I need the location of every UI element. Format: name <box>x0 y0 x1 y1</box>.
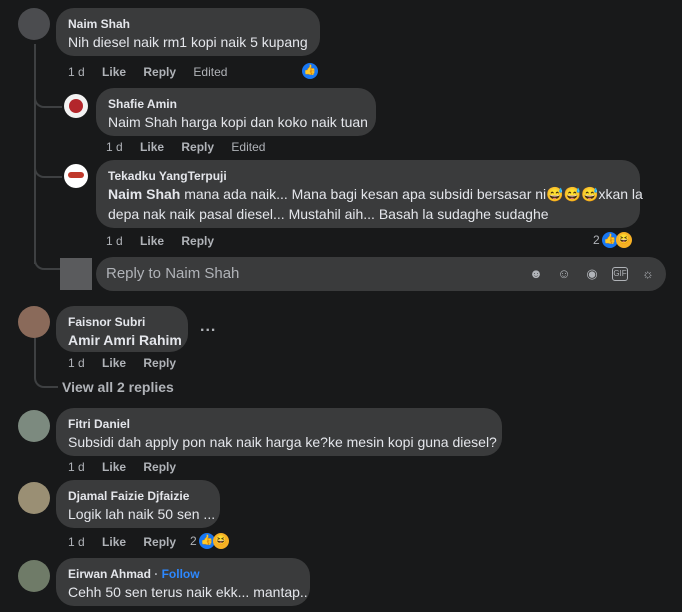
follow-link[interactable]: Follow <box>162 567 200 581</box>
view-replies-link[interactable]: View all 2 replies <box>62 379 174 395</box>
comment-actions: 1 d Like Reply <box>68 355 190 371</box>
like-button[interactable]: Like <box>102 65 126 79</box>
comment-bubble: Eirwan Ahmad · Follow Cehh 50 sen terus … <box>56 558 310 606</box>
like-button[interactable]: Like <box>140 234 164 248</box>
comment-author-name[interactable]: Eirwan Ahmad <box>68 567 151 581</box>
comment-actions: 1 d Like Reply Edited <box>106 139 279 155</box>
avatar[interactable] <box>18 410 50 442</box>
gif-icon[interactable]: GIF <box>612 267 628 281</box>
avatar[interactable] <box>18 560 50 592</box>
comment-text: Logik lah naik 50 sen ... <box>68 506 216 522</box>
avatar[interactable] <box>64 164 88 188</box>
composer-avatar <box>60 258 92 290</box>
camera-icon[interactable]: ◉ <box>584 266 600 282</box>
haha-icon: 😆 <box>212 533 229 549</box>
comment-bubble: Djamal Faizie Djfaizie Logik lah naik 50… <box>56 480 220 528</box>
reply-button[interactable]: Reply <box>181 140 214 154</box>
avatar[interactable] <box>18 306 50 338</box>
reply-button[interactable]: Reply <box>143 460 176 474</box>
comment-text: Naim Shah harga kopi dan koko naik tuan <box>108 114 368 130</box>
like-button[interactable]: Like <box>102 460 126 474</box>
reaction-count: 2 <box>190 534 197 548</box>
reply-button[interactable]: Reply <box>143 65 176 79</box>
comment-bubble: Shafie Amin Naim Shah harga kopi dan kok… <box>96 88 376 136</box>
like-button[interactable]: Like <box>140 140 164 154</box>
avatar-sticker-icon[interactable]: ☻ <box>528 266 544 282</box>
reply-connector <box>34 80 62 108</box>
reaction-summary[interactable]: 2 👍 😆 <box>593 232 632 248</box>
mention-link[interactable]: Naim Shah <box>108 186 180 202</box>
like-button[interactable]: Like <box>102 535 126 549</box>
reaction-summary[interactable]: 2 👍 😆 <box>190 533 229 549</box>
edited-label: Edited <box>231 140 266 154</box>
thread-corner <box>34 240 60 270</box>
sticker-icon[interactable]: ☼ <box>640 266 656 282</box>
comment-text-line1: mana ada naik... Mana bagi kesan apa sub… <box>180 186 547 202</box>
reply-button[interactable]: Reply <box>143 535 176 549</box>
comment-author[interactable]: Naim Shah <box>68 16 308 32</box>
comment-author[interactable]: Djamal Faizie Djfaizie <box>68 488 208 504</box>
comment-actions: 1 d Like Reply <box>106 233 228 249</box>
thread-corner <box>34 366 58 388</box>
comment-author[interactable]: Fitri Daniel <box>68 416 490 432</box>
avatar[interactable] <box>64 94 88 118</box>
comment-time[interactable]: 1 d <box>106 234 123 248</box>
like-icon: 👍 <box>302 63 318 79</box>
reaction-summary[interactable]: 👍 <box>302 63 318 79</box>
comment-bubble: Fitri Daniel Subsidi dah apply pon nak n… <box>56 408 502 456</box>
comment-text: Naim Shah mana ada naik... Mana bagi kes… <box>108 184 643 204</box>
comment-author: Eirwan Ahmad · Follow <box>68 567 200 581</box>
comment-bubble: Naim Shah Nih diesel naik rm1 kopi naik … <box>56 8 320 56</box>
comment-author[interactable]: Tekadku YangTerpuji <box>108 168 628 184</box>
edited-label: Edited <box>193 65 228 79</box>
comment-actions: 1 d Like Reply <box>68 534 190 550</box>
comment-text[interactable]: Amir Amri Rahim <box>68 330 182 350</box>
reply-button[interactable]: Reply <box>181 234 214 248</box>
emoji-icon[interactable]: ☺ <box>556 266 572 282</box>
comment-text: Cehh 50 sen terus naik ekk... mantap.. <box>68 584 308 600</box>
reply-connector <box>34 150 62 178</box>
like-button[interactable]: Like <box>102 356 126 370</box>
laughing-emoji: 😅😅😅 <box>546 186 599 202</box>
comment-author[interactable]: Shafie Amin <box>108 96 364 112</box>
reply-input-placeholder[interactable]: Reply to Naim Shah <box>106 265 239 282</box>
reaction-count: 2 <box>593 233 600 247</box>
avatar[interactable] <box>18 482 50 514</box>
comment-bubble: Faisnor Subri Amir Amri Rahim <box>56 306 188 352</box>
reply-button[interactable]: Reply <box>143 356 176 370</box>
comment-author[interactable]: Faisnor Subri <box>68 314 176 330</box>
comment-text-suffix: xkan la <box>598 186 643 202</box>
comment-text: Subsidi dah apply pon nak naik harga ke?… <box>68 434 497 450</box>
comment-bubble: Tekadku YangTerpuji Naim Shah mana ada n… <box>96 160 643 228</box>
reply-composer[interactable]: Reply to Naim Shah ☻ ☺ ◉ GIF ☼ <box>96 257 666 291</box>
avatar[interactable] <box>18 8 50 40</box>
comment-time[interactable]: 1 d <box>68 65 85 79</box>
comment-time[interactable]: 1 d <box>68 535 85 549</box>
comment-time[interactable]: 1 d <box>106 140 123 154</box>
comment-text: Nih diesel naik rm1 kopi naik 5 kupang <box>68 34 308 50</box>
more-options-button[interactable]: ... <box>200 318 216 336</box>
comment-actions: 1 d Like Reply <box>68 459 190 475</box>
comment-text-line2: depa nak naik pasal diesel... Mustahil a… <box>108 206 549 222</box>
comment-time[interactable]: 1 d <box>68 460 85 474</box>
comment-actions: 1 d Like Reply Edited <box>68 64 241 80</box>
haha-icon: 😆 <box>615 232 632 248</box>
comment-time[interactable]: 1 d <box>68 356 85 370</box>
